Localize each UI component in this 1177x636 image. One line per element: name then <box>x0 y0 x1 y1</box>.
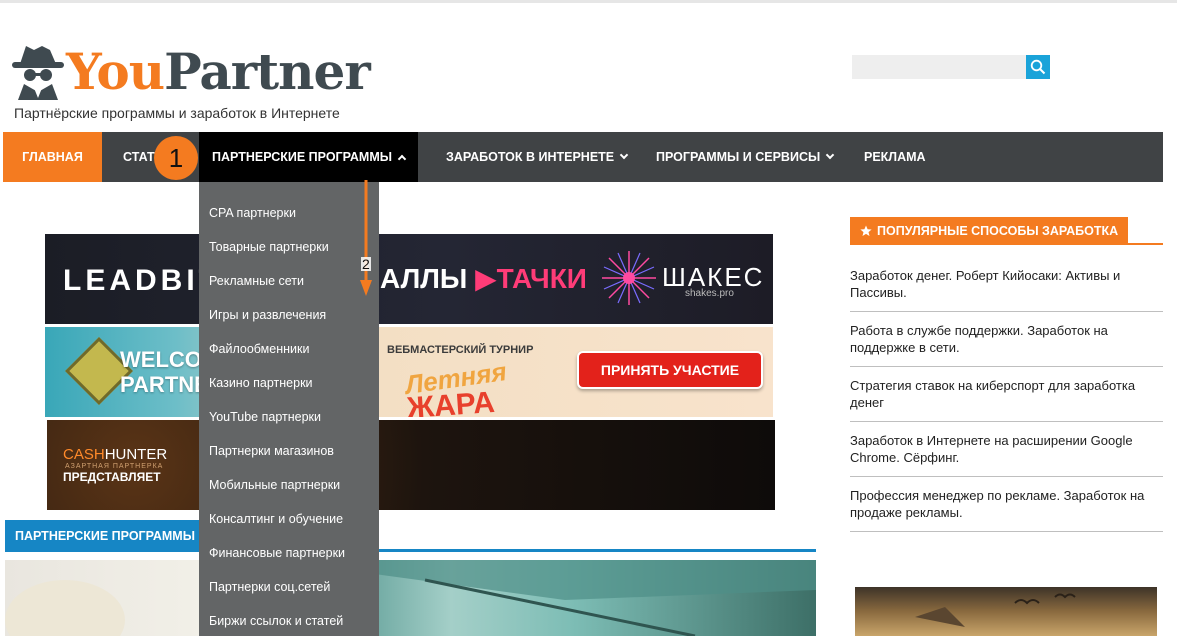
sidebar-link[interactable]: Работа в службе поддержки. Заработок на … <box>850 322 1163 356</box>
dropdown-item[interactable]: Игры и развлечения <box>209 308 326 328</box>
nav-articles-label: СТАТ <box>123 150 155 164</box>
sidebar-image[interactable] <box>855 587 1157 636</box>
sidebar-link[interactable]: Стратегия ставок на киберспорт для зараб… <box>850 377 1163 411</box>
banner-summer-tournament[interactable]: WELCOM PARTNER ВЕБМАСТЕРСКИЙ ТУРНИР Летня… <box>45 327 773 417</box>
birds-image <box>915 593 1076 627</box>
dropdown-item[interactable]: Мобильные партнерки <box>209 478 340 498</box>
partner-programs-dropdown: CPA партнерки Товарные партнерки Рекламн… <box>199 182 379 636</box>
dropdown-item[interactable]: Файлообменники <box>209 342 309 362</box>
sidebar-link[interactable]: Заработок в Интернете на расширении Goog… <box>850 432 1163 466</box>
dropdown-item[interactable]: Партнерки магазинов <box>209 444 334 464</box>
sidebar-link[interactable]: Заработок денег. Роберт Кийосаки: Активы… <box>850 267 1163 301</box>
dropdown-item[interactable]: YouTube партнерки <box>209 410 321 430</box>
nav-advertising-label: РЕКЛАМА <box>864 150 926 164</box>
play-icon: ▶ <box>475 263 497 294</box>
banner-leadbit[interactable]: LEADBIT АЛЛЫ ▶ТАЧКИ ШАКЕС shakes.pro <box>45 234 773 324</box>
nav-earning-label: ЗАРАБОТОК В ИНТЕРНЕТЕ <box>446 150 615 164</box>
nav-programs-services[interactable]: ПРОГРАММЫ И СЕРВИСЫ <box>656 132 835 182</box>
dropdown-item[interactable]: Партнерки соц.сетей <box>209 580 330 600</box>
banner-tachki-text: АЛЛЫ ▶ТАЧКИ <box>380 262 587 295</box>
logo-wordmark: YouPartner <box>66 40 371 104</box>
nav-partner-programs-label: ПАРТНЕРСКИЕ ПРОГРАММЫ <box>212 150 392 164</box>
nav-articles[interactable]: СТАТ <box>123 132 155 182</box>
search-button[interactable] <box>1026 55 1050 79</box>
sidebar-divider <box>850 531 1163 532</box>
annotation-marker-2: 2 <box>361 256 371 272</box>
dropdown-item[interactable]: Финансовые партнерки <box>209 546 345 566</box>
banner-cash-word: CASH <box>63 446 105 463</box>
chevron-down-icon <box>619 150 629 160</box>
top-border <box>0 0 1177 3</box>
starburst-icon <box>602 251 656 305</box>
search-input[interactable] <box>852 55 1026 79</box>
dropdown-item[interactable]: Казино партнерки <box>209 376 313 396</box>
logo-partner: Partner <box>164 42 371 101</box>
sidebar-divider <box>850 421 1163 422</box>
dropdown-item[interactable]: Товарные партнерки <box>209 240 329 260</box>
search-icon <box>1030 59 1046 75</box>
banner-heat-text: ЖАРА <box>405 385 496 417</box>
banner-hunter-word: HUNTER <box>104 446 168 463</box>
nav-home[interactable]: ГЛАВНАЯ <box>3 132 102 182</box>
dropdown-item[interactable]: Биржи ссылок и статей <box>209 614 343 634</box>
banner-cashhunter-sub: АЗАРТНАЯ ПАРТНЕРКА <box>65 463 164 470</box>
nav-partner-programs[interactable]: ПАРТНЕРСКИЕ ПРОГРАММЫ <box>199 132 418 182</box>
umbrella-image <box>5 560 816 636</box>
sidebar-divider <box>850 311 1163 312</box>
search-form <box>852 55 1050 79</box>
logo-you: You <box>66 42 165 101</box>
star-icon <box>860 225 872 236</box>
annotation-arrow-down <box>360 180 372 296</box>
annotation-marker-1: 1 <box>154 136 198 180</box>
participate-button[interactable]: ПРИНЯТЬ УЧАСТИЕ <box>577 351 763 389</box>
nav-home-label: ГЛАВНАЯ <box>22 150 83 164</box>
sidebar-divider <box>850 366 1163 367</box>
chevron-up-icon <box>397 154 407 163</box>
section-title: ПАРТНЕРСКИЕ ПРОГРАММЫ <box>5 520 205 551</box>
nav-earning[interactable]: ЗАРАБОТОК В ИНТЕРНЕТЕ <box>446 132 629 182</box>
banner-cashhunter-presents: ПРЕДСТАВЛЯЕТ <box>63 470 161 484</box>
banner-leadbit-logo: LEADBIT <box>63 264 221 297</box>
banner-cashhunter-logo: CASHHUNTER <box>63 446 167 463</box>
sidebar-title: ПОПУЛЯРНЫЕ СПОСОБЫ ЗАРАБОТКА <box>850 217 1129 245</box>
nav-programs-services-label: ПРОГРАММЫ И СЕРВИСЫ <box>656 150 821 164</box>
dropdown-item[interactable]: Консалтинг и обучение <box>209 512 343 532</box>
banner-cashhunter[interactable]: CASHHUNTER АЗАРТНАЯ ПАРТНЕРКА ПРЕДСТАВЛЯ… <box>47 420 775 510</box>
dropdown-item[interactable]: CPA партнерки <box>209 206 296 226</box>
banner-shakes-url: shakes.pro <box>685 288 734 299</box>
nav-advertising[interactable]: РЕКЛАМА <box>864 132 926 182</box>
sidebar-title-text: ПОПУЛЯРНЫЕ СПОСОБЫ ЗАРАБОТКА <box>877 224 1119 238</box>
featured-image[interactable] <box>5 560 816 636</box>
site-tagline: Партнёрские программы и заработок в Инте… <box>14 105 340 121</box>
sidebar-divider <box>850 476 1163 477</box>
chevron-down-icon <box>825 150 835 160</box>
banner-tournament-label: ВЕБМАСТЕРСКИЙ ТУРНИР <box>387 344 534 356</box>
banner-tachki-brand: ТАЧКИ <box>496 263 587 294</box>
banner-tachki-prefix: АЛЛЫ <box>380 263 468 294</box>
sidebar-link[interactable]: Профессия менеджер по рекламе. Заработок… <box>850 487 1163 521</box>
spy-hat-icon <box>12 46 64 100</box>
dropdown-item[interactable]: Рекламные сети <box>209 274 304 294</box>
